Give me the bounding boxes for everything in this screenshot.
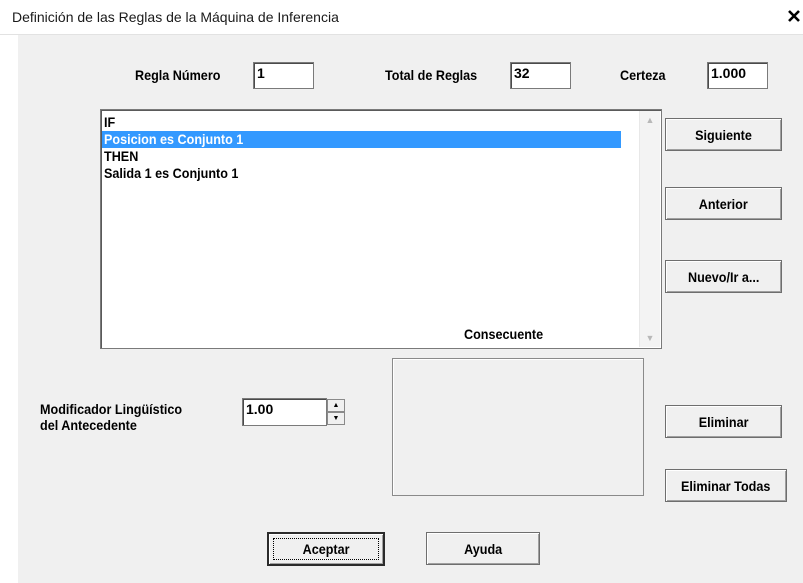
regla-numero-field[interactable]: 1 [253, 62, 314, 89]
window-title: Definición de las Reglas de la Máquina d… [12, 9, 339, 25]
list-item[interactable]: Salida 1 es Conjunto 1 [102, 165, 621, 182]
list-item[interactable]: IF [102, 114, 621, 131]
spin-up-arrow-icon[interactable]: ▲ [327, 399, 345, 412]
scroll-down-arrow-icon[interactable]: ▼ [640, 329, 660, 347]
title-bar[interactable]: Definición de las Reglas de la Máquina d… [0, 0, 803, 35]
rule-listbox[interactable]: IF Posicion es Conjunto 1 THEN Salida 1 … [100, 109, 662, 349]
modificador-spinner[interactable]: ▲ ▼ [327, 399, 345, 425]
close-icon[interactable] [787, 4, 803, 28]
rule-list-items: IF Posicion es Conjunto 1 THEN Salida 1 … [102, 114, 621, 182]
consecuente-label: Consecuente [464, 326, 544, 342]
regla-numero-label: Regla Número [135, 67, 221, 83]
total-reglas-label: Total de Reglas [385, 67, 478, 83]
total-reglas-field[interactable]: 32 [510, 62, 571, 89]
dialog-client-area: Regla Número 1 Total de Reglas 32 Certez… [18, 35, 803, 583]
siguiente-button[interactable]: Siguiente [665, 118, 782, 151]
antecedente-label: del Antecedente [40, 417, 137, 433]
modificador-field[interactable]: 1.00 [242, 398, 327, 426]
certeza-label: Certeza [620, 67, 666, 83]
eliminar-todas-button[interactable]: Eliminar Todas [665, 469, 787, 502]
aceptar-button[interactable]: Aceptar [267, 532, 385, 566]
consecuente-panel[interactable] [392, 358, 644, 496]
vertical-scrollbar[interactable]: ▲ ▼ [639, 111, 660, 347]
list-item-selected[interactable]: Posicion es Conjunto 1 [102, 131, 621, 148]
spin-down-arrow-icon[interactable]: ▼ [327, 412, 345, 425]
scroll-up-arrow-icon[interactable]: ▲ [640, 111, 660, 129]
eliminar-button[interactable]: Eliminar [665, 405, 782, 438]
dialog-window: Definición de las Reglas de la Máquina d… [0, 0, 803, 583]
list-item[interactable]: THEN [102, 148, 621, 165]
ayuda-button[interactable]: Ayuda [426, 532, 540, 565]
certeza-field[interactable]: 1.000 [707, 62, 768, 89]
anterior-button[interactable]: Anterior [665, 187, 782, 220]
nuevo-ir-a-button[interactable]: Nuevo/Ir a... [665, 260, 782, 293]
modificador-label: Modificador Lingüístico [40, 401, 183, 417]
